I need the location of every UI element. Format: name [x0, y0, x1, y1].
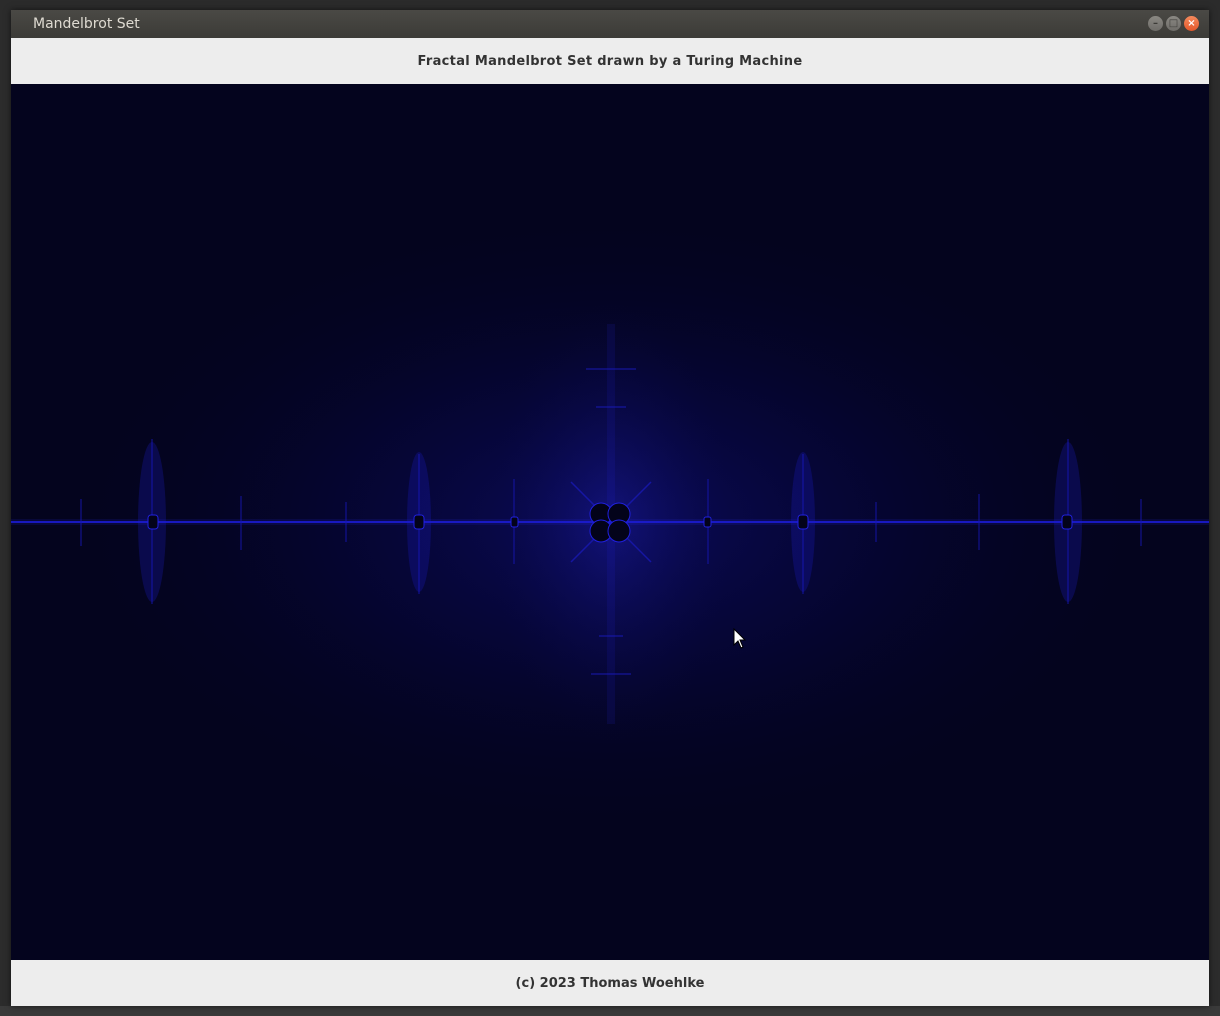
window-controls: – □ × — [1148, 16, 1199, 31]
minimize-icon[interactable]: – — [1148, 16, 1163, 31]
background-terminal-right — [1209, 10, 1220, 1016]
copyright-footer: (c) 2023 Thomas Woehlke — [11, 960, 1209, 1006]
header-text: Fractal Mandelbrot Set drawn by a Turing… — [417, 53, 803, 69]
window-title: Mandelbrot Set — [33, 16, 140, 32]
fractal-image — [11, 202, 1209, 842]
arrow-cursor-icon — [733, 628, 747, 649]
footer-text: (c) 2023 Thomas Woehlke — [515, 975, 705, 991]
background-terminal-left — [0, 10, 11, 1016]
maximize-icon[interactable]: □ — [1166, 16, 1181, 31]
desktop-background-bottom — [0, 1006, 1220, 1016]
fractal-header-label: Fractal Mandelbrot Set drawn by a Turing… — [11, 38, 1209, 84]
close-icon[interactable]: × — [1184, 16, 1199, 31]
fractal-canvas[interactable] — [11, 84, 1209, 960]
desktop-background-top — [0, 0, 1220, 10]
mandelbrot-window: Mandelbrot Set – □ × Fractal Mandelbrot … — [11, 10, 1209, 1006]
window-titlebar[interactable]: Mandelbrot Set – □ × — [11, 10, 1209, 38]
